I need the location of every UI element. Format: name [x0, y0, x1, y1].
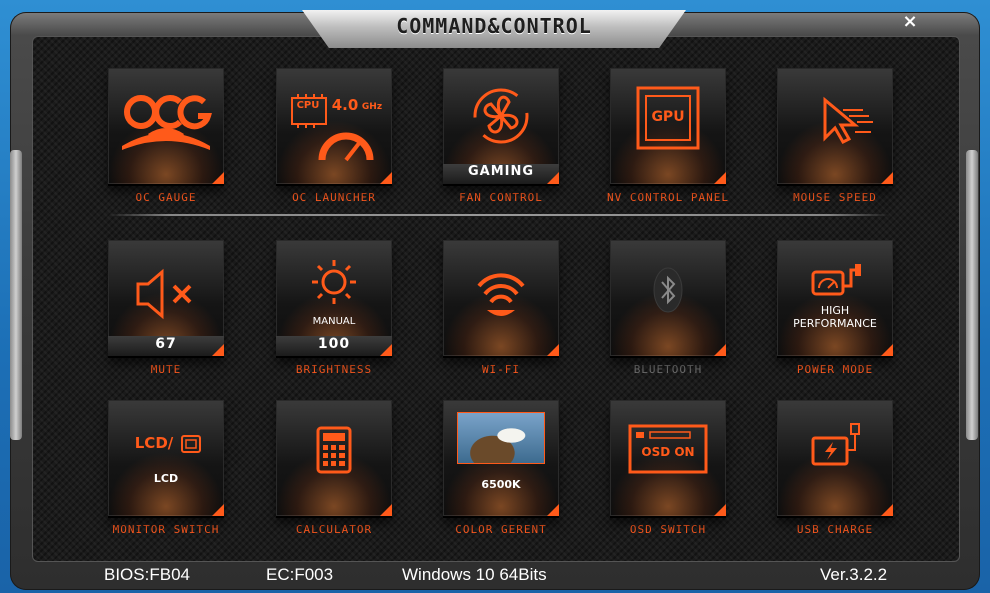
tile-corner-marker [380, 172, 392, 184]
tile-mute[interactable]: 67 MUTE [90, 240, 242, 376]
tile-corner-marker [714, 504, 726, 516]
fan-mode-value: GAMING [467, 164, 535, 179]
power-mode-line2: PERFORMANCE [793, 317, 877, 330]
cpu-frequency: 4.0 [331, 96, 359, 114]
tile-corner-marker [380, 504, 392, 516]
tile-color-gerent[interactable]: 6500K COLOR GERENT [425, 400, 577, 536]
gpu-icon [636, 86, 700, 150]
os-version: Windows 10 64Bits [402, 565, 547, 584]
tile-monitor-switch[interactable]: LCD/ LCD MONITOR SWITCH [90, 400, 242, 536]
oc-gauge-button[interactable] [108, 68, 224, 184]
tile-caption: CALCULATOR [295, 523, 373, 536]
tile-caption: MONITOR SWITCH [112, 523, 220, 536]
mouse-speed-button[interactable] [777, 68, 893, 184]
ocg-logo-icon [122, 95, 212, 150]
left-rail [10, 150, 22, 440]
brightness-button[interactable]: MANUAL 100 [276, 240, 392, 356]
tile-corner-marker [212, 172, 224, 184]
oc-launcher-button[interactable]: CPU 4.0 GHz [276, 68, 392, 184]
usb-charge-button[interactable] [777, 400, 893, 516]
window-title: COMMAND&CONTROL [396, 14, 592, 38]
tile-caption: USB CHARGE [796, 523, 874, 536]
bluetooth-button[interactable] [610, 240, 726, 356]
tile-caption: OC GAUGE [135, 191, 197, 204]
tile-corner-marker [547, 172, 559, 184]
tile-caption: MOUSE SPEED [793, 191, 877, 204]
tile-caption: COLOR GERENT [455, 523, 547, 536]
brightness-mode: MANUAL [312, 316, 356, 327]
tile-oc-gauge[interactable]: OC GAUGE [90, 68, 242, 204]
osd-state-label: OSD ON [641, 445, 695, 459]
wifi-button[interactable] [443, 240, 559, 356]
usb-charge-icon [811, 423, 860, 466]
osd-switch-button[interactable]: OSD ON [610, 400, 726, 516]
bluetooth-icon [653, 267, 683, 313]
tile-caption: POWER MODE [796, 363, 874, 376]
power-gauge-icon [811, 264, 861, 296]
bios-version: BIOS:FB04 [104, 565, 190, 584]
tile-caption: MUTE [150, 363, 182, 376]
tile-caption: BLUETOOTH [633, 363, 703, 376]
tile-caption: FAN CONTROL [459, 191, 543, 204]
monitor-switch-button[interactable]: LCD/ LCD [108, 400, 224, 516]
fan-control-button[interactable]: GAMING [443, 68, 559, 184]
tile-brightness[interactable]: MANUAL 100 BRIGHTNESS [258, 240, 410, 376]
volume-value: 67 [155, 336, 177, 352]
tile-corner-marker [714, 344, 726, 356]
row-divider [108, 214, 890, 216]
tile-corner-marker [212, 344, 224, 356]
tile-caption: OC LAUNCHER [292, 191, 376, 204]
monitor-mode-value: LCD [153, 472, 179, 485]
tile-usb-charge[interactable]: USB CHARGE [759, 400, 911, 536]
power-mode-line1: HIGH [820, 304, 850, 317]
tile-caption: OSD SWITCH [629, 523, 707, 536]
tile-corner-marker [380, 344, 392, 356]
ec-version: EC:F003 [266, 565, 334, 584]
gpu-label: GPU [651, 109, 685, 125]
tile-oc-launcher[interactable]: CPU 4.0 GHz OC LAUNCHER [258, 68, 410, 204]
tile-fan-control[interactable]: GAMING FAN CONTROL [425, 68, 577, 204]
tile-corner-marker [881, 504, 893, 516]
monitor-switch-icon [181, 435, 201, 453]
right-rail [966, 150, 978, 440]
wifi-icon [477, 273, 525, 316]
tile-corner-marker [212, 504, 224, 516]
brightness-value: 100 [317, 336, 351, 352]
tile-bluetooth[interactable]: BLUETOOTH [592, 240, 744, 376]
calculator-button[interactable] [276, 400, 392, 516]
tile-mouse-speed[interactable]: MOUSE SPEED [759, 68, 911, 204]
app-version: Ver.3.2.2 [820, 565, 888, 584]
color-temperature-value: 6500K [481, 478, 521, 491]
tile-nv-control-panel[interactable]: GPU NV CONTROL PANEL [592, 68, 744, 204]
mute-button[interactable]: 67 [108, 240, 224, 356]
tile-caption: BRIGHTNESS [295, 363, 373, 376]
calculator-icon [316, 426, 352, 474]
tile-corner-marker [881, 344, 893, 356]
cpu-speed-icon [291, 94, 374, 162]
eagle-photo-icon [457, 412, 545, 464]
mouse-cursor-icon [823, 96, 873, 144]
tile-corner-marker [714, 172, 726, 184]
tile-caption: WI-FI [481, 363, 521, 376]
color-gerent-button[interactable]: 6500K [443, 400, 559, 516]
tile-corner-marker [547, 344, 559, 356]
tile-wifi[interactable]: WI-FI [425, 240, 577, 376]
cpu-label: CPU [296, 100, 320, 111]
cpu-frequency-unit: GHz [361, 102, 383, 112]
tile-osd-switch[interactable]: OSD ON OSD SWITCH [592, 400, 744, 536]
tile-corner-marker [881, 172, 893, 184]
close-button[interactable]: × [900, 12, 920, 32]
tile-power-mode[interactable]: HIGH PERFORMANCE POWER MODE [759, 240, 911, 376]
power-mode-button[interactable]: HIGH PERFORMANCE [777, 240, 893, 356]
lcd-switch-label: LCD/ [134, 434, 174, 452]
tile-caption: NV CONTROL PANEL [607, 191, 729, 204]
tile-corner-marker [547, 504, 559, 516]
tile-calculator[interactable]: CALCULATOR [258, 400, 410, 536]
nv-control-panel-button[interactable]: GPU [610, 68, 726, 184]
